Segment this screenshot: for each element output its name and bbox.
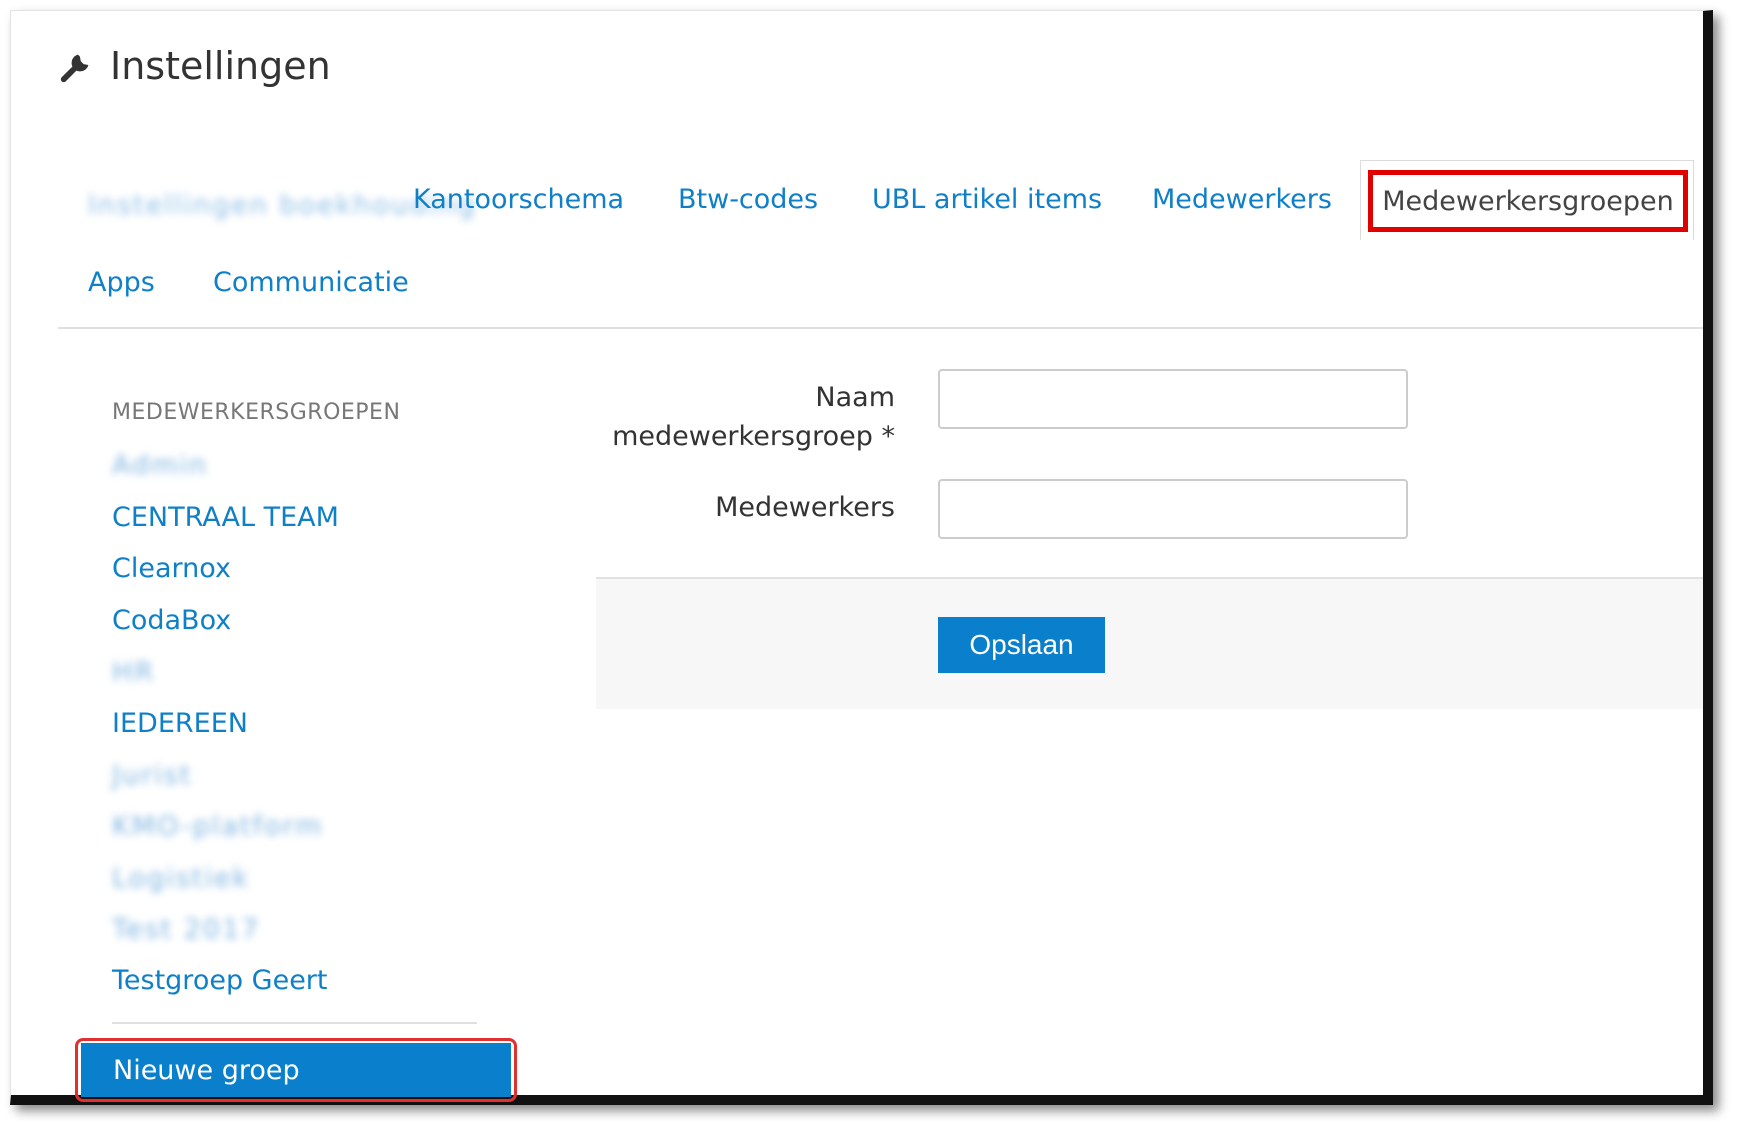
tab-btw-codes[interactable]: Btw-codes	[678, 184, 818, 215]
page-title: Instellingen	[110, 44, 331, 88]
group-item[interactable]: HR	[112, 657, 155, 688]
new-group-button[interactable]: Nieuwe groep	[81, 1043, 511, 1097]
tab-communicatie[interactable]: Communicatie	[213, 267, 409, 298]
page-header: Instellingen	[58, 44, 331, 88]
tab-kantoorschema[interactable]: Kantoorschema	[413, 184, 624, 215]
group-item[interactable]: Testgroep Geert	[112, 965, 328, 996]
tabs-divider	[58, 327, 1703, 329]
tab-medewerkersgroepen[interactable]: Medewerkersgroepen	[1368, 170, 1688, 232]
tab-ubl-artikel-items[interactable]: UBL artikel items	[872, 184, 1102, 215]
group-item[interactable]: Clearnox	[112, 553, 231, 584]
name-label-line1: Naam	[815, 382, 895, 413]
group-name-input[interactable]	[938, 369, 1408, 429]
name-label-line2: medewerkersgroep *	[612, 421, 895, 452]
group-item[interactable]: Admin	[112, 450, 208, 481]
sidebar-divider	[112, 1022, 477, 1024]
group-item[interactable]: Logistiek	[112, 863, 250, 894]
wrench-icon	[60, 54, 89, 83]
sidebar-heading: MEDEWERKERSGROEPEN	[112, 400, 401, 425]
members-label: Medewerkers	[715, 492, 895, 523]
form-footer	[596, 579, 1703, 709]
tab-medewerkers[interactable]: Medewerkers	[1152, 184, 1332, 215]
group-item[interactable]: CENTRAAL TEAM	[112, 502, 339, 533]
group-item[interactable]: IEDEREEN	[112, 708, 248, 739]
tab-apps[interactable]: Apps	[88, 267, 155, 298]
group-item[interactable]: CodaBox	[112, 605, 231, 636]
group-item[interactable]: Jurist	[112, 760, 192, 791]
members-input[interactable]	[938, 479, 1408, 539]
save-button[interactable]: Opslaan	[938, 617, 1105, 673]
group-item[interactable]: KMO-platform	[112, 811, 323, 842]
group-item[interactable]: Test 2017	[112, 914, 260, 945]
